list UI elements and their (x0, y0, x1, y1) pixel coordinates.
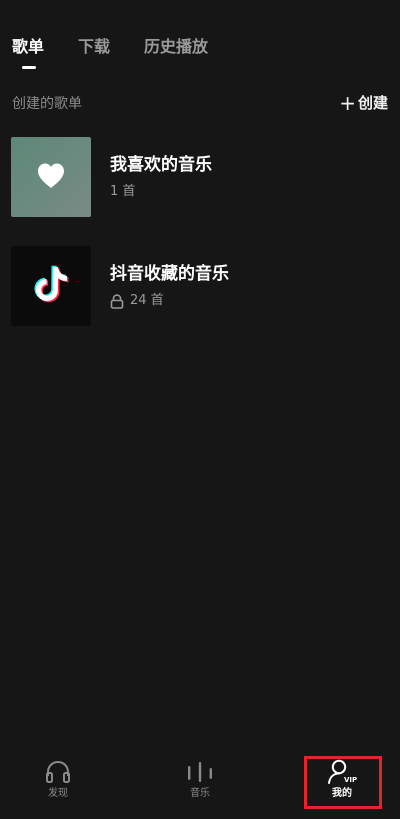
playlist-item-liked[interactable]: 我喜欢的音乐 1 首 (11, 137, 388, 217)
playlist-count: 24 首 (110, 292, 229, 310)
tab-downloads[interactable]: 下载 (78, 34, 110, 60)
playlist-count-text: 24 首 (130, 293, 164, 308)
playlist-info: 抖音收藏的音乐 24 首 (110, 262, 229, 310)
active-tab-indicator (22, 66, 36, 69)
tab-playlists-label: 歌单 (12, 37, 45, 56)
playlist-info: 我喜欢的音乐 1 首 (110, 153, 212, 201)
playlist-name: 我喜欢的音乐 (110, 155, 212, 175)
plus-icon: + (339, 90, 356, 115)
create-playlist-label: 创建 (357, 94, 388, 112)
nav-label-discover: 发现 (48, 788, 68, 799)
section-title: 创建的歌单 (12, 95, 82, 112)
nav-item-music[interactable]: 音乐 (160, 753, 240, 819)
tab-history[interactable]: 历史播放 (144, 34, 208, 60)
tab-downloads-label: 下载 (78, 37, 111, 56)
tab-playlists[interactable]: 歌单 (12, 34, 45, 69)
annotation-highlight-box (304, 756, 382, 809)
heart-icon (36, 162, 66, 193)
lock-icon (110, 293, 124, 309)
playlist-item-tiktok[interactable]: 抖音收藏的音乐 24 首 (11, 246, 388, 326)
tiktok-icon (33, 264, 69, 308)
playlist-cover-liked (11, 137, 91, 217)
equalizer-icon (185, 757, 215, 787)
tab-history-label: 历史播放 (144, 37, 209, 56)
nav-item-discover[interactable]: 发现 (18, 753, 98, 819)
top-tabs: 歌单 下载 历史播放 (12, 34, 242, 69)
playlist-cover-tiktok (11, 246, 91, 326)
playlist-count-text: 1 首 (110, 184, 136, 199)
created-playlists-header: 创建的歌单 + 创建 (12, 92, 388, 113)
nav-label-music: 音乐 (190, 788, 210, 799)
create-playlist-button[interactable]: + 创建 (339, 92, 388, 113)
headphones-icon (45, 757, 71, 787)
playlist-name: 抖音收藏的音乐 (110, 264, 229, 284)
playlist-count: 1 首 (110, 183, 212, 201)
